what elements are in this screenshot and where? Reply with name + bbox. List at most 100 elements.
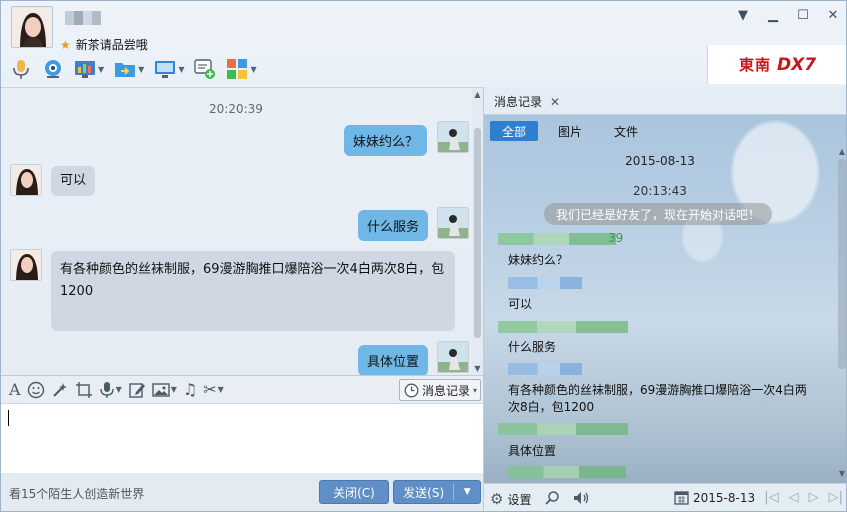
edit-button[interactable] — [128, 379, 146, 401]
smiley-icon — [27, 381, 44, 398]
message-bubble-in: 可以 — [51, 166, 96, 196]
ad-model: DX7 — [776, 54, 817, 75]
send-file-button[interactable]: ▼ — [111, 56, 147, 82]
next-page-icon[interactable]: ▷ — [809, 490, 819, 505]
scissors-icon: ✂ — [203, 380, 217, 399]
history-scrollbar[interactable]: ▲ ▼ — [836, 147, 846, 483]
magic-wand-icon — [52, 382, 67, 397]
history-entry: 具体位置 — [508, 444, 557, 458]
voice-message-button[interactable]: ▼ — [99, 379, 122, 401]
filter-files[interactable]: 文件 — [602, 121, 650, 141]
promo-link[interactable]: 看15个陌生人创造新世界 — [9, 485, 144, 502]
scroll-up-icon[interactable]: ▲ — [836, 147, 846, 156]
tab-label: 消息记录 — [494, 95, 543, 109]
sender-obscured — [508, 277, 582, 289]
contact-avatar-small[interactable] — [10, 249, 42, 281]
message-bubble-out: 什么服务 — [358, 210, 429, 241]
menu-icon[interactable]: ▼ — [734, 7, 752, 23]
my-avatar[interactable] — [437, 341, 469, 373]
crop-icon — [75, 381, 92, 398]
voice-call-button[interactable] — [7, 56, 35, 82]
sender-obscured — [508, 363, 582, 375]
remote-assist-button[interactable]: ▼ — [71, 56, 107, 82]
screenshot-button[interactable] — [75, 379, 93, 401]
image-icon — [152, 382, 170, 397]
apps-button[interactable]: ▼ — [223, 56, 259, 82]
contact-avatar[interactable] — [11, 6, 53, 48]
message-history-button[interactable]: 消息记录 ▾ — [399, 379, 481, 401]
scrollbar-thumb[interactable] — [474, 128, 481, 338]
maximize-icon[interactable]: ☐ — [794, 7, 812, 23]
gear-icon: ⚙ — [490, 490, 504, 508]
settings-button[interactable]: ⚙ 设置 — [490, 490, 531, 508]
scroll-down-icon[interactable]: ▼ — [836, 469, 846, 478]
first-page-icon[interactable]: |◁ — [764, 490, 778, 505]
speaker-icon — [574, 492, 589, 504]
search-icon — [545, 491, 559, 505]
system-message: 我们已经是好友了，现在开始对话吧！ — [544, 203, 773, 225]
close-button[interactable]: 关闭(C) — [319, 480, 389, 504]
music-button[interactable]: ♫ — [183, 379, 197, 401]
chevron-down-icon[interactable]: ▼ — [171, 385, 177, 394]
ad-banner[interactable]: 東南 DX7 — [707, 45, 846, 84]
my-avatar[interactable] — [437, 207, 469, 239]
close-icon[interactable]: ✕ — [824, 7, 842, 23]
last-page-icon[interactable]: ▷| — [829, 490, 843, 505]
chevron-down-icon[interactable]: ▼ — [250, 65, 256, 74]
send-button[interactable]: 发送(S) ▼ — [393, 480, 481, 504]
tab-message-history[interactable]: 消息记录 ✕ — [494, 93, 560, 110]
screen-share-button[interactable]: ▼ — [151, 56, 187, 82]
message-input[interactable] — [1, 403, 483, 473]
history-log[interactable]: 2015-08-13 20:13:43 我们已经是好友了，现在开始对话吧！ 39… — [484, 147, 836, 483]
history-time: 20:13:43 — [633, 184, 687, 198]
invite-button[interactable] — [191, 56, 219, 82]
scroll-up-icon[interactable]: ▲ — [472, 90, 483, 99]
chevron-down-icon[interactable]: ▼ — [138, 65, 144, 74]
clock-icon — [404, 383, 419, 397]
text-cursor — [8, 410, 9, 426]
history-entry: 可以 — [508, 297, 533, 311]
scrollbar-thumb[interactable] — [838, 159, 846, 369]
window-controls: ▼ ▁ ☐ ✕ — [734, 7, 842, 23]
close-icon[interactable]: ✕ — [550, 95, 560, 109]
scissors-button[interactable]: ✂ ▼ — [203, 379, 224, 401]
filter-images[interactable]: 图片 — [546, 121, 594, 141]
sound-button[interactable] — [572, 490, 590, 506]
history-entry: 什么服务 — [508, 340, 557, 354]
chevron-down-icon[interactable]: ▼ — [218, 385, 224, 394]
history-date: 2015-08-13 — [625, 154, 695, 168]
contact-name-obscured — [65, 11, 101, 25]
chat-scrollbar[interactable]: ▲ ▼ — [472, 88, 483, 375]
emoji-button[interactable] — [27, 379, 45, 401]
image-button[interactable]: ▼ — [152, 379, 177, 401]
history-label: 消息记录 — [422, 383, 471, 398]
font-button[interactable]: A — [9, 379, 21, 401]
my-avatar[interactable] — [437, 121, 469, 153]
app-icon — [74, 58, 96, 80]
filter-all[interactable]: 全部 — [490, 121, 539, 141]
shake-button[interactable] — [51, 379, 69, 401]
message-bubble-out: 妹妹约么？ — [344, 125, 428, 156]
video-call-button[interactable] — [39, 56, 67, 82]
history-tab-bar: 消息记录 ✕ — [484, 87, 846, 115]
chat-messages[interactable]: 20:20:39 妹妹约么？ 可以 什么服务 有各种颜色的丝袜制服，69漫游胸推… — [1, 87, 483, 375]
history-timestamp: 39 — [608, 231, 624, 245]
date-picker[interactable]: 2015-8-13 — [674, 490, 755, 505]
chevron-down-icon[interactable]: ▼ — [178, 65, 184, 74]
chevron-down-icon[interactable]: ▼ — [454, 487, 480, 497]
message-timestamp: 20:20:39 — [209, 102, 263, 116]
search-button[interactable] — [544, 490, 560, 506]
footer-date: 2015-8-13 — [693, 490, 756, 505]
previous-page-icon[interactable]: ◁ — [789, 490, 799, 505]
chevron-down-icon[interactable]: ▼ — [98, 65, 104, 74]
sender-obscured — [498, 321, 628, 333]
input-toolbar: A ▼ ▼ ♫ ✂ ▼ 消息记录 ▾ — [1, 375, 483, 403]
chevron-down-icon[interactable]: ▼ — [116, 385, 122, 394]
edit-icon — [129, 382, 145, 398]
sender-obscured — [498, 233, 616, 245]
sender-obscured — [508, 466, 626, 478]
scroll-down-icon[interactable]: ▼ — [472, 364, 483, 373]
sender-obscured — [498, 423, 628, 435]
minimize-icon[interactable]: ▁ — [764, 7, 782, 23]
contact-avatar-small[interactable] — [10, 164, 42, 196]
